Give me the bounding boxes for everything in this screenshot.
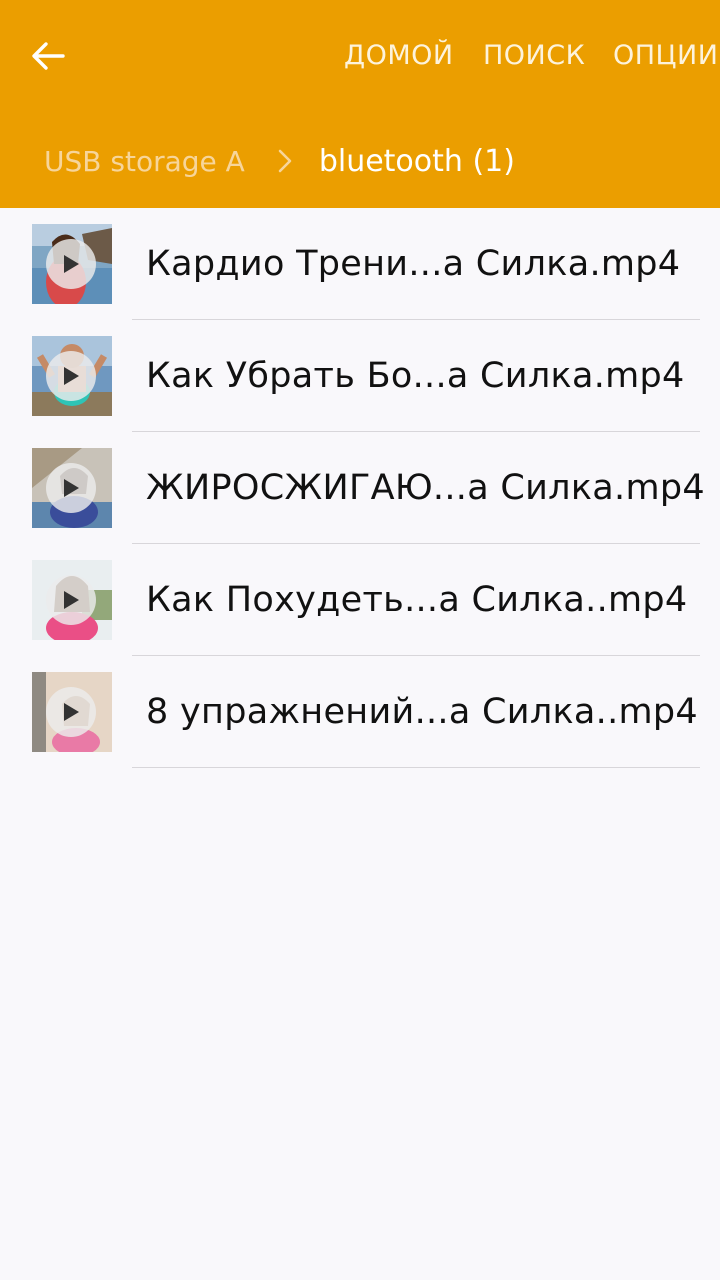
app-header: ДОМОЙ ПОИСК ОПЦИИ USB storage A bluetoot… bbox=[0, 0, 720, 208]
file-row[interactable]: 8 упражнений...а Силка..mp4 bbox=[0, 656, 720, 768]
file-name: ЖИРОСЖИГАЮ...а Силка.mp4 bbox=[146, 468, 705, 508]
video-thumbnail bbox=[32, 560, 112, 640]
play-icon bbox=[46, 463, 96, 513]
divider bbox=[132, 767, 700, 768]
file-row[interactable]: Как Похудеть...а Силка..mp4 bbox=[0, 544, 720, 656]
breadcrumb-current[interactable]: bluetooth (1) bbox=[319, 144, 515, 179]
options-button[interactable]: ОПЦИИ bbox=[613, 38, 718, 74]
file-row[interactable]: Кардио Трени...а Силка.mp4 bbox=[0, 208, 720, 320]
file-name: 8 упражнений...а Силка..mp4 bbox=[146, 692, 699, 732]
chevron-right-icon bbox=[277, 148, 293, 174]
arrow-left-icon bbox=[32, 42, 65, 70]
file-row[interactable]: ЖИРОСЖИГАЮ...а Силка.mp4 bbox=[0, 432, 720, 544]
file-list: Кардио Трени...а Силка.mp4 Как Убрать Бо… bbox=[0, 208, 720, 768]
play-icon bbox=[46, 575, 96, 625]
back-button[interactable] bbox=[24, 34, 72, 78]
file-name: Кардио Трени...а Силка.mp4 bbox=[146, 244, 681, 284]
breadcrumb: USB storage A bluetooth (1) bbox=[44, 138, 515, 184]
play-icon bbox=[46, 351, 96, 401]
file-name: Как Похудеть...а Силка..mp4 bbox=[146, 580, 688, 620]
video-thumbnail bbox=[32, 672, 112, 752]
home-button[interactable]: ДОМОЙ bbox=[344, 38, 454, 74]
video-thumbnail bbox=[32, 336, 112, 416]
breadcrumb-root[interactable]: USB storage A bbox=[44, 145, 245, 178]
file-row[interactable]: Как Убрать Бо...а Силка.mp4 bbox=[0, 320, 720, 432]
video-thumbnail bbox=[32, 448, 112, 528]
play-icon bbox=[46, 239, 96, 289]
file-name: Как Убрать Бо...а Силка.mp4 bbox=[146, 356, 685, 396]
video-thumbnail bbox=[32, 224, 112, 304]
play-icon bbox=[46, 687, 96, 737]
search-button[interactable]: ПОИСК bbox=[483, 38, 585, 74]
